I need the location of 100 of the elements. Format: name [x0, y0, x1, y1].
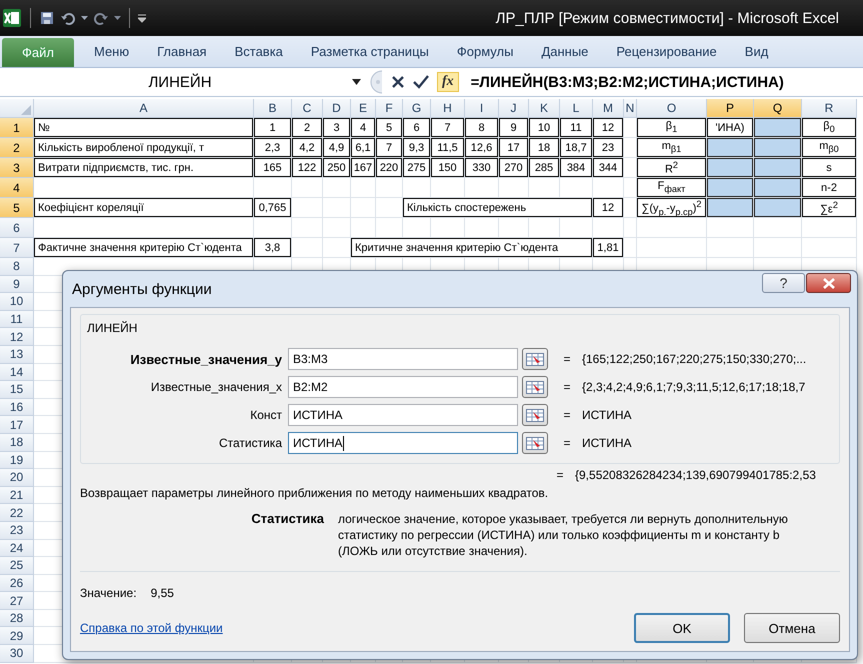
- row-header[interactable]: 24: [0, 540, 34, 558]
- table-cell: n-2: [802, 178, 857, 198]
- column-header[interactable]: H: [431, 99, 465, 118]
- caret-icon[interactable]: [114, 15, 121, 21]
- argument-field[interactable]: B3:M3: [288, 348, 518, 370]
- row-header[interactable]: 20: [0, 469, 34, 487]
- dropdown-caret-icon[interactable]: [352, 79, 361, 85]
- ribbon-tab[interactable]: Главная: [143, 36, 221, 67]
- table-cell: 12,6: [465, 138, 499, 158]
- column-header[interactable]: E: [351, 99, 376, 118]
- row-header[interactable]: 7: [0, 238, 34, 258]
- argument-field[interactable]: ИСТИНА: [288, 404, 518, 426]
- row-header[interactable]: 4: [0, 178, 34, 198]
- row-header[interactable]: 1: [0, 118, 34, 138]
- help-button[interactable]: ?: [762, 273, 805, 293]
- column-header[interactable]: A: [34, 99, 254, 118]
- formula-field[interactable]: =ЛИНЕЙН(B3:M3;B2:M2;ИСТИНА;ИСТИНА): [466, 74, 784, 90]
- column-header[interactable]: Q: [754, 99, 802, 118]
- ribbon-tab[interactable]: Вид: [730, 36, 782, 67]
- table-cell: Фактичне значення критерію Ст`юдента: [34, 238, 254, 258]
- row-header[interactable]: 8: [0, 258, 34, 276]
- row-header[interactable]: 29: [0, 627, 34, 646]
- row-header[interactable]: 28: [0, 610, 34, 628]
- column-header[interactable]: M: [593, 99, 624, 118]
- table-cell: 11: [560, 118, 593, 138]
- row-header[interactable]: 22: [0, 504, 34, 522]
- table-cell: 220: [376, 158, 403, 178]
- cancel-icon[interactable]: [391, 75, 405, 89]
- argument-result: {165;122;250;167;220;275;150;330;270;...: [582, 352, 806, 366]
- column-header[interactable]: C: [292, 99, 323, 118]
- table-cell: 4,9: [323, 138, 351, 158]
- ribbon-tab[interactable]: Меню: [80, 36, 144, 67]
- splitter-handle-icon[interactable]: [369, 70, 383, 94]
- ribbon-tab[interactable]: Рецензирование: [602, 36, 731, 67]
- row-header[interactable]: 19: [0, 452, 34, 470]
- cancel-button[interactable]: Отмена: [744, 613, 840, 643]
- row-header[interactable]: 2: [0, 138, 34, 158]
- save-icon[interactable]: [39, 10, 55, 26]
- row-header[interactable]: 10: [0, 293, 34, 311]
- table-cell: 9: [499, 118, 529, 138]
- column-header[interactable]: O: [637, 99, 707, 118]
- row-header[interactable]: 13: [0, 346, 34, 364]
- row-header[interactable]: 18: [0, 434, 34, 452]
- ribbon-tab[interactable]: Разметка страницы: [296, 36, 443, 67]
- row-header[interactable]: 25: [0, 557, 34, 575]
- range-select-button[interactable]: [522, 348, 548, 370]
- row-header[interactable]: 16: [0, 398, 34, 416]
- row-header[interactable]: 12: [0, 328, 34, 346]
- row-header[interactable]: 27: [0, 592, 34, 610]
- argument-field[interactable]: ИСТИНА: [288, 432, 518, 454]
- row-header[interactable]: 15: [0, 381, 34, 399]
- range-select-button[interactable]: [522, 432, 548, 454]
- row-header[interactable]: 17: [0, 416, 34, 434]
- row-header[interactable]: 5: [0, 198, 34, 218]
- row-header[interactable]: 3: [0, 158, 34, 178]
- caret-icon[interactable]: [81, 15, 88, 21]
- column-header[interactable]: B: [254, 99, 292, 118]
- ribbon-tab[interactable]: Данные: [527, 36, 602, 67]
- table-cell: 2: [292, 118, 323, 138]
- row-header[interactable]: 6: [0, 218, 34, 238]
- column-header[interactable]: I: [465, 99, 499, 118]
- column-header[interactable]: N: [624, 99, 637, 118]
- column-header[interactable]: K: [529, 99, 560, 118]
- row-header[interactable]: 26: [0, 574, 34, 592]
- argument-label: Известные_значения_y: [129, 352, 283, 366]
- name-box[interactable]: ЛИНЕЙН: [0, 74, 340, 90]
- redo-icon[interactable]: [93, 10, 109, 26]
- column-header[interactable]: G: [403, 99, 431, 118]
- ribbon-tab[interactable]: Вставка: [220, 36, 297, 67]
- insert-function-button[interactable]: fx: [437, 72, 459, 92]
- column-header[interactable]: P: [707, 99, 754, 118]
- argument-label: Известные_значения_x: [150, 380, 283, 394]
- window-title: ЛР_ПЛР [Режим совместимости] - Microsoft Excel: [496, 10, 839, 26]
- ok-button[interactable]: OK: [634, 613, 730, 643]
- table-cell: 7: [431, 118, 465, 138]
- check-icon[interactable]: [413, 75, 429, 89]
- row-header[interactable]: 14: [0, 364, 34, 382]
- row-header[interactable]: 11: [0, 310, 34, 328]
- row-header[interactable]: 21: [0, 486, 34, 504]
- row-header[interactable]: 30: [0, 645, 34, 663]
- column-header[interactable]: L: [560, 99, 593, 118]
- table-cell: 0,765: [254, 198, 292, 218]
- row-header[interactable]: 23: [0, 522, 34, 540]
- range-select-button[interactable]: [522, 376, 548, 398]
- undo-icon[interactable]: [60, 10, 76, 26]
- column-header[interactable]: R: [802, 99, 857, 118]
- range-select-button[interactable]: [522, 404, 548, 426]
- ribbon-tab[interactable]: Файл: [2, 38, 74, 67]
- help-link[interactable]: Справка по этой функции: [80, 621, 223, 635]
- table-cell: s: [802, 158, 857, 178]
- close-button[interactable]: [806, 273, 851, 293]
- argument-field[interactable]: B2:M2: [288, 376, 518, 398]
- excel-logo-icon[interactable]: [2, 8, 22, 28]
- column-header[interactable]: D: [323, 99, 351, 118]
- row-header[interactable]: 9: [0, 276, 34, 294]
- ribbon-tab[interactable]: Формулы: [442, 36, 528, 67]
- argument-result: ИСТИНА: [582, 408, 632, 422]
- column-header[interactable]: J: [499, 99, 529, 118]
- customize-icon[interactable]: [138, 13, 146, 23]
- column-header[interactable]: F: [376, 99, 403, 118]
